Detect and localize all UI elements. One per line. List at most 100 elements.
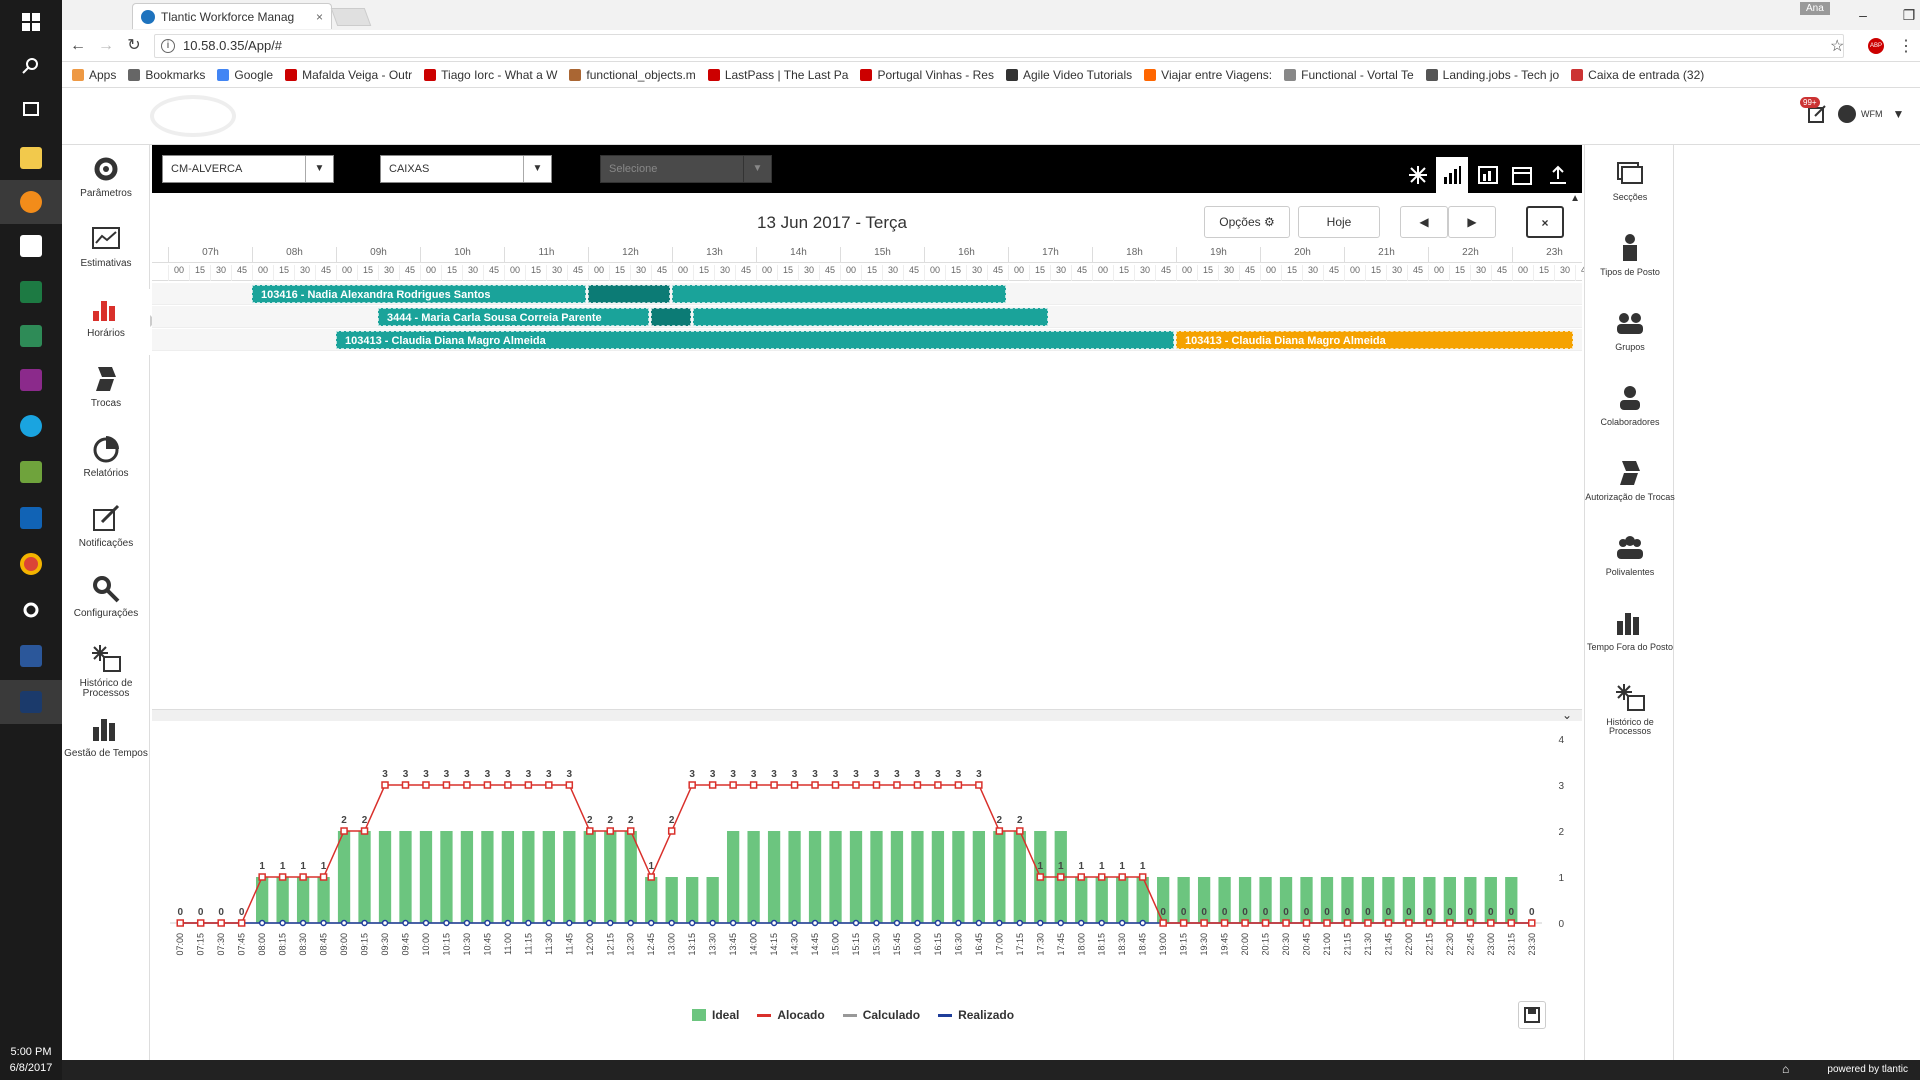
realizado-point[interactable] <box>668 919 675 927</box>
today-button[interactable]: Hoje <box>1298 206 1380 238</box>
notepad-icon[interactable] <box>0 450 62 494</box>
realizado-point[interactable] <box>340 919 348 927</box>
ideal-bar[interactable] <box>1075 877 1088 923</box>
settings-gear-icon[interactable] <box>0 588 62 632</box>
summary-view-button[interactable] <box>1472 157 1504 193</box>
ideal-bar[interactable] <box>788 831 801 923</box>
realizado-point[interactable] <box>484 919 491 927</box>
alocado-point[interactable] <box>483 781 492 789</box>
back-button[interactable]: ← <box>68 36 88 56</box>
realizado-point[interactable] <box>627 919 634 927</box>
right-nav-multi-skill[interactable]: Polivalentes <box>1585 528 1675 592</box>
next-day-button[interactable]: ▶ <box>1448 206 1496 238</box>
alocado-point[interactable] <box>401 781 410 789</box>
minimize-button[interactable]: – <box>1840 0 1886 30</box>
ideal-bar[interactable] <box>870 831 883 923</box>
ideal-bar[interactable] <box>686 877 699 923</box>
alocado-point[interactable] <box>770 781 778 789</box>
bookmark-item[interactable]: Apps <box>72 68 116 82</box>
chart-view-button[interactable] <box>1436 157 1468 193</box>
alocado-point[interactable] <box>1425 919 1434 927</box>
remote-desktop-icon[interactable] <box>0 680 62 724</box>
info-icon[interactable]: i <box>161 39 175 53</box>
nav-item-bar-chart[interactable]: Horários <box>62 289 156 355</box>
ideal-bar[interactable] <box>276 877 289 923</box>
alocado-point[interactable] <box>1016 827 1024 835</box>
alocado-point[interactable] <box>360 827 369 835</box>
new-tab-button[interactable] <box>330 8 372 26</box>
profile-chip[interactable]: Ana <box>1800 2 1830 15</box>
project-icon[interactable] <box>0 314 62 358</box>
skype-icon[interactable] <box>0 404 62 448</box>
ideal-bar[interactable] <box>419 831 433 923</box>
alocado-point[interactable] <box>872 781 881 789</box>
alocado-point[interactable] <box>893 781 901 789</box>
right-nav-swap-auth[interactable]: Autorização de Trocas <box>1585 453 1675 517</box>
bookmark-item[interactable]: Viajar entre Viagens: <box>1144 68 1272 82</box>
legend-realizado[interactable]: Realizado <box>938 1008 1014 1022</box>
ideal-bar[interactable] <box>1095 877 1108 923</box>
realizado-point[interactable] <box>852 919 860 927</box>
nav-item-gear[interactable]: Parâmetros <box>62 149 150 215</box>
right-nav-employee[interactable]: Colaboradores <box>1585 378 1675 442</box>
realizado-point[interactable] <box>1078 919 1085 927</box>
bookmark-item[interactable]: Mafalda Veiga - Outr <box>285 68 412 82</box>
nav-item-process-history[interactable]: Histórico de Processos <box>62 639 150 705</box>
realizado-point[interactable] <box>607 919 614 927</box>
bookmark-item[interactable]: functional_objects.m <box>569 68 696 82</box>
ideal-bar[interactable] <box>952 831 965 923</box>
save-chart-button[interactable] <box>1518 1001 1546 1029</box>
alocado-point[interactable] <box>1057 873 1065 881</box>
ideal-bar[interactable] <box>317 877 330 923</box>
bookmark-item[interactable]: LastPass | The Last Pa <box>707 68 848 82</box>
realizado-point[interactable] <box>1057 919 1065 927</box>
nav-item-swap[interactable]: Trocas <box>62 359 150 425</box>
process-view-button[interactable] <box>1402 157 1434 193</box>
alocado-point[interactable] <box>913 781 922 789</box>
bookmark-item[interactable]: Tiago Iorc - What a W <box>424 68 557 82</box>
ideal-bar[interactable] <box>890 831 904 923</box>
ideal-bar[interactable] <box>583 831 596 923</box>
calendar-view-button[interactable] <box>1506 157 1538 193</box>
alocado-point[interactable] <box>1282 919 1290 927</box>
realizado-point[interactable] <box>361 919 368 927</box>
alocado-point[interactable] <box>1528 919 1536 927</box>
ideal-bar[interactable] <box>1116 877 1129 923</box>
alocado-point[interactable] <box>258 873 266 881</box>
alocado-point[interactable] <box>852 781 860 789</box>
legend-calculado[interactable]: Calculado <box>842 1008 920 1022</box>
url-input[interactable]: i 10.58.0.35/App/# <box>154 34 1844 58</box>
realizado-point[interactable] <box>709 919 716 927</box>
alocado-point[interactable] <box>1364 919 1372 927</box>
bookmark-star-icon[interactable]: ☆ <box>1830 36 1844 56</box>
alocado-point[interactable] <box>1118 873 1126 881</box>
alocado-point[interactable] <box>340 827 348 835</box>
bookmark-item[interactable]: Agile Video Tutorials <box>1005 68 1132 82</box>
alocado-point[interactable] <box>237 919 246 927</box>
alocado-point[interactable] <box>831 781 840 789</box>
close-button[interactable]: × <box>1526 206 1564 238</box>
alocado-point[interactable] <box>1138 873 1147 881</box>
right-nav-sections[interactable]: Secções <box>1585 153 1675 217</box>
realizado-point[interactable] <box>934 919 942 927</box>
ideal-bar[interactable] <box>563 831 576 923</box>
bookmark-item[interactable]: Functional - Vortal Te <box>1284 68 1414 82</box>
realizado-point[interactable] <box>1118 919 1126 927</box>
realizado-point[interactable] <box>320 919 327 927</box>
realizado-point[interactable] <box>566 919 573 927</box>
legend-alocado[interactable]: Alocado <box>757 1008 825 1022</box>
alocado-point[interactable] <box>1036 873 1045 881</box>
alocado-point[interactable] <box>688 781 696 789</box>
alocado-point[interactable] <box>504 781 512 789</box>
ideal-bar[interactable] <box>337 831 351 923</box>
shift-bar[interactable]: 103416 - Nadia Alexandra Rodrigues Santo… <box>252 285 586 303</box>
realizado-point[interactable] <box>381 919 389 927</box>
restore-button[interactable]: ❐ <box>1886 0 1920 30</box>
realizado-point[interactable] <box>893 919 901 927</box>
ideal-bar[interactable] <box>378 831 392 923</box>
realizado-point[interactable] <box>504 919 512 927</box>
realizado-point[interactable] <box>443 919 450 927</box>
alocado-point[interactable] <box>586 827 594 835</box>
alocado-point[interactable] <box>422 781 430 789</box>
adblock-icon[interactable]: ABP <box>1868 38 1884 54</box>
